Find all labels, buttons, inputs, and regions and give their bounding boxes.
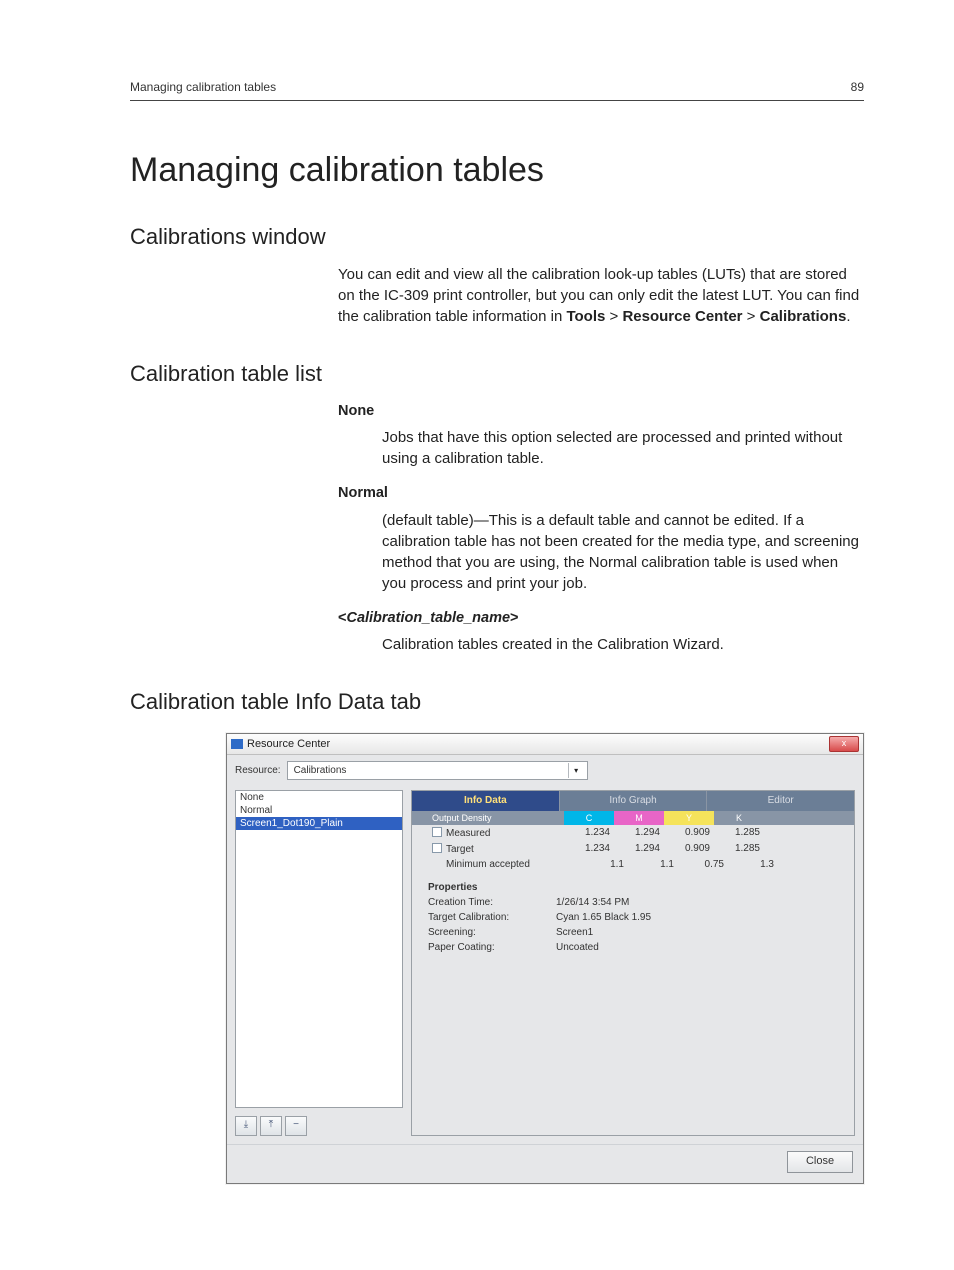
ctn-close: >: [510, 610, 518, 626]
row-marker-icon: [432, 843, 442, 853]
resource-center-window: Resource Center x Resource: Calibrations…: [226, 733, 864, 1184]
prop-key: Creation Time:: [428, 897, 556, 908]
ctn-name: Calibration_table_name: [346, 610, 510, 626]
table-row: Minimum accepted 1.1 1.1 0.75 1.3: [412, 857, 854, 872]
table-row: Target 1.234 1.294 0.909 1.285: [412, 841, 854, 857]
properties-panel: Properties Creation Time:1/26/14 3:54 PM…: [412, 872, 854, 965]
tab-editor[interactable]: Editor: [707, 791, 854, 811]
window-close-button[interactable]: x: [829, 736, 859, 752]
close-button[interactable]: Close: [787, 1151, 853, 1173]
running-title: Managing calibration tables: [130, 80, 276, 94]
delete-button[interactable]: −: [285, 1116, 307, 1136]
cell: 1.3: [728, 857, 778, 872]
resource-dropdown[interactable]: Calibrations ▾: [287, 761, 588, 780]
app-icon: [231, 739, 243, 749]
cell: 1.234: [564, 825, 614, 841]
calibration-list[interactable]: None Normal Screen1_Dot190_Plain: [235, 790, 403, 1108]
density-header-label: Output Density: [412, 811, 564, 825]
density-col-y: Y: [664, 811, 714, 825]
list-item[interactable]: None: [236, 791, 402, 804]
density-col-m: M: [614, 811, 664, 825]
cell: 0.909: [664, 841, 714, 857]
cw-resource-center: Resource Center: [622, 308, 742, 325]
def-calibration-table-name: Calibration tables created in the Calibr…: [382, 634, 864, 655]
resource-toolbar: Resource: Calibrations ▾: [227, 755, 863, 790]
section-calibration-table-list: Calibration table list: [130, 361, 864, 387]
density-col-k: K: [714, 811, 764, 825]
cell: 1.1: [578, 857, 628, 872]
calibrations-window-body: You can edit and view all the calibratio…: [338, 264, 864, 327]
page-number: 89: [851, 80, 864, 94]
resource-label: Resource:: [235, 765, 281, 776]
density-col-c: C: [564, 811, 614, 825]
prop-val: Screen1: [556, 927, 593, 938]
term-calibration-table-name: <Calibration_table_name>: [338, 608, 864, 628]
page-title: Managing calibration tables: [130, 151, 864, 190]
cell: 1.285: [714, 841, 764, 857]
row-marker-icon: [432, 827, 442, 837]
chevron-down-icon: ▾: [568, 763, 584, 778]
prop-val: Cyan 1.65 Black 1.95: [556, 912, 651, 923]
term-none: None: [338, 401, 864, 421]
cw-gt2: >: [743, 308, 760, 325]
cell: 0.75: [678, 857, 728, 872]
cw-tools: Tools: [566, 308, 605, 325]
cell: 0.909: [664, 825, 714, 841]
cell: 1.294: [614, 825, 664, 841]
running-header: Managing calibration tables 89: [130, 80, 864, 101]
prop-key: Paper Coating:: [428, 942, 556, 953]
list-item[interactable]: Normal: [236, 804, 402, 817]
table-row: Measured 1.234 1.294 0.909 1.285: [412, 825, 854, 841]
import-button[interactable]: ⤓: [235, 1116, 257, 1136]
detail-tabs: Info Data Info Graph Editor: [412, 791, 854, 811]
row-label: Target: [446, 844, 474, 855]
resource-dropdown-value: Calibrations: [294, 765, 347, 776]
cw-period: .: [846, 308, 850, 325]
term-normal: Normal: [338, 483, 864, 503]
section-info-data-tab: Calibration table Info Data tab: [130, 689, 864, 715]
cw-gt1: >: [605, 308, 622, 325]
properties-title: Properties: [428, 882, 838, 893]
window-title: Resource Center: [247, 738, 829, 750]
cw-calibrations: Calibrations: [760, 308, 847, 325]
export-button[interactable]: ⤒: [260, 1116, 282, 1136]
tab-info-data[interactable]: Info Data: [412, 791, 560, 811]
cell: 1.234: [564, 841, 614, 857]
def-none: Jobs that have this option selected are …: [382, 427, 864, 469]
prop-key: Screening:: [428, 927, 556, 938]
prop-key: Target Calibration:: [428, 912, 556, 923]
section-calibrations-window: Calibrations window: [130, 224, 864, 250]
cell: 1.1: [628, 857, 678, 872]
row-label: Measured: [446, 828, 490, 839]
cell: 1.294: [614, 841, 664, 857]
window-titlebar: Resource Center x: [227, 734, 863, 755]
list-item-selected[interactable]: Screen1_Dot190_Plain: [236, 817, 402, 830]
output-density-table: Output Density C M Y K Measured 1.234 1.…: [412, 811, 854, 872]
tab-info-graph[interactable]: Info Graph: [560, 791, 708, 811]
prop-val: 1/26/14 3:54 PM: [556, 897, 629, 908]
row-label: Minimum accepted: [446, 859, 530, 870]
prop-val: Uncoated: [556, 942, 599, 953]
cell: 1.285: [714, 825, 764, 841]
def-normal: (default table)—This is a default table …: [382, 510, 864, 594]
